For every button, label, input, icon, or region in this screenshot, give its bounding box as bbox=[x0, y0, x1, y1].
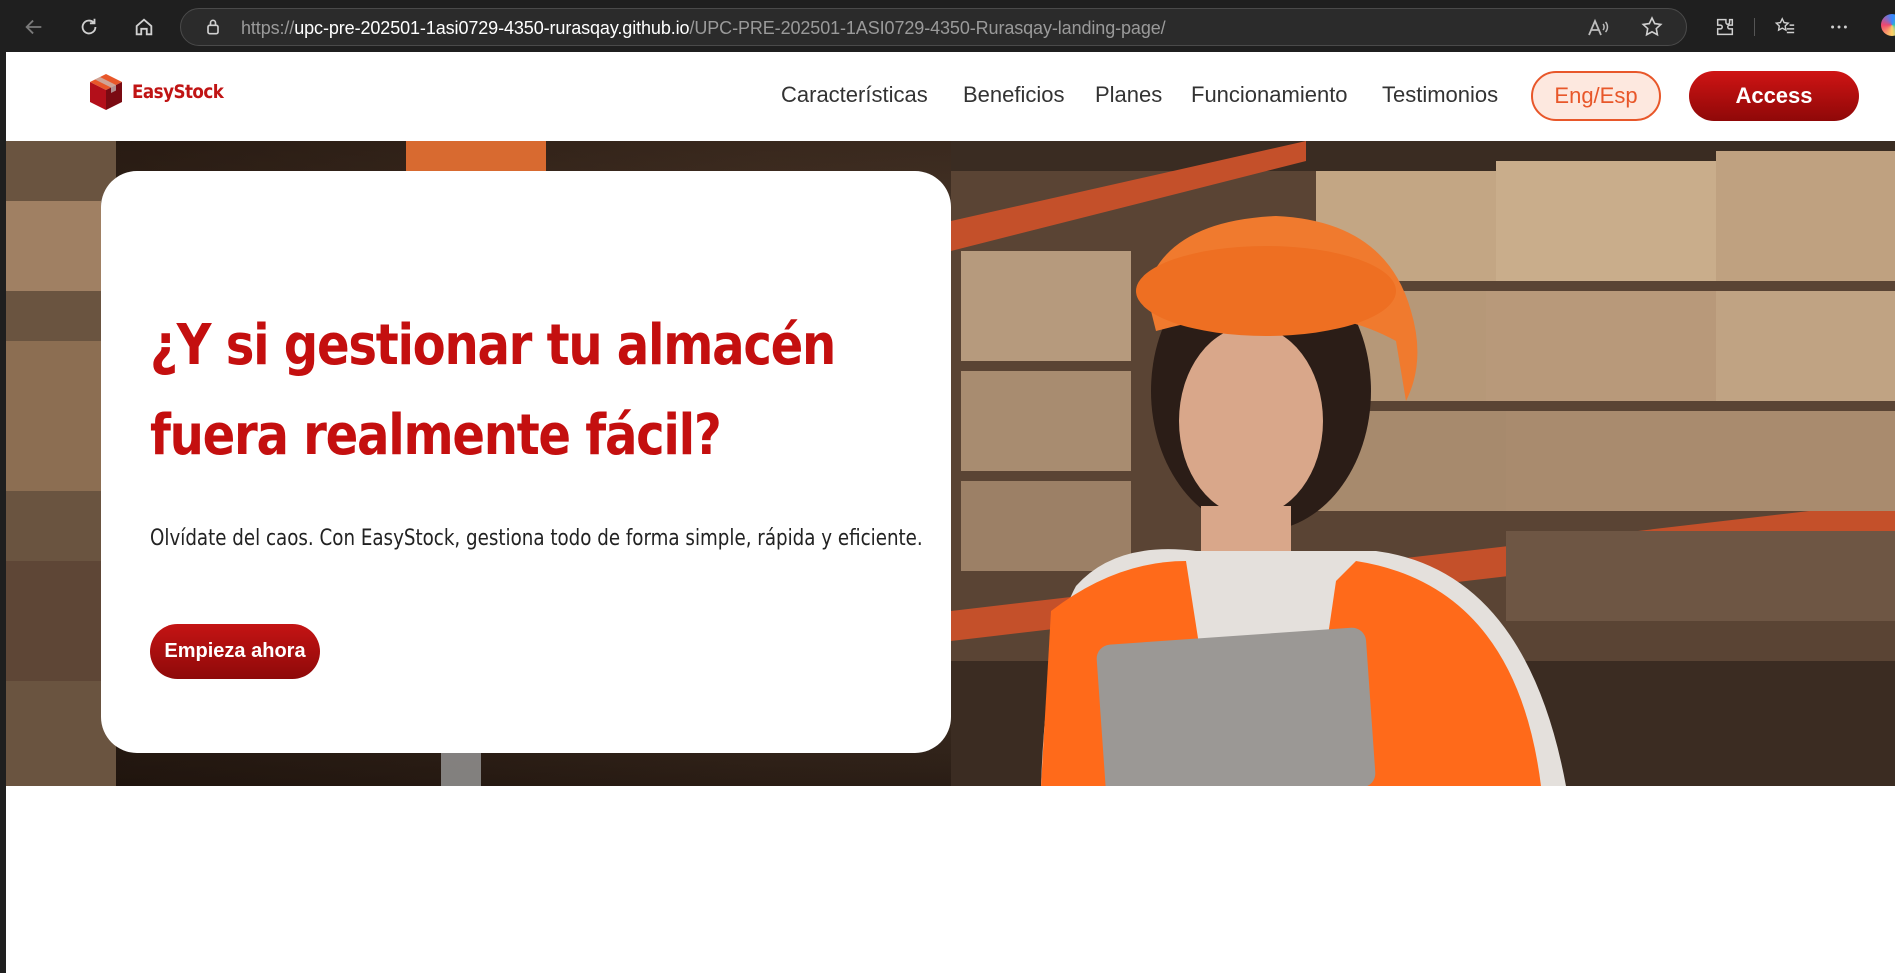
hero-headline: ¿Y si gestionar tu almacén fuera realmen… bbox=[150, 301, 836, 481]
reload-button[interactable] bbox=[72, 10, 106, 44]
start-now-button[interactable]: Empieza ahora bbox=[150, 624, 320, 679]
site-logo[interactable]: EasyStock bbox=[86, 70, 236, 114]
extensions-button[interactable] bbox=[1708, 10, 1742, 44]
url-text[interactable]: https://upc-pre-202501-1asi0729-4350-rur… bbox=[241, 18, 1166, 39]
hero-card: ¿Y si gestionar tu almacén fuera realmen… bbox=[101, 171, 951, 753]
read-aloud-icon[interactable] bbox=[1586, 16, 1610, 40]
copilot-icon[interactable] bbox=[1881, 14, 1895, 36]
logo-text: EasyStock bbox=[132, 81, 224, 103]
browser-toolbar: https://upc-pre-202501-1asi0729-4350-rur… bbox=[0, 0, 1895, 52]
language-toggle-button[interactable]: Eng/Esp bbox=[1531, 71, 1661, 121]
nav-link-planes[interactable]: Planes bbox=[1095, 82, 1162, 108]
headline-line-2: fuera realmente fácil? bbox=[150, 403, 722, 468]
back-arrow-icon bbox=[25, 19, 42, 35]
favorite-star-icon[interactable] bbox=[1640, 15, 1664, 39]
reload-icon bbox=[81, 18, 97, 35]
nav-link-testimonios[interactable]: Testimonios bbox=[1382, 82, 1498, 108]
home-button[interactable] bbox=[127, 10, 161, 44]
toolbar-divider bbox=[1754, 18, 1755, 36]
cube-logo-icon bbox=[90, 74, 122, 110]
lock-icon[interactable] bbox=[203, 17, 223, 37]
url-protocol: https:// bbox=[241, 18, 295, 38]
url-host: upc-pre-202501-1asi0729-4350-rurasqay.gi… bbox=[294, 18, 690, 38]
home-icon bbox=[135, 18, 153, 36]
nav-link-funcionamiento[interactable]: Funcionamiento bbox=[1191, 82, 1348, 108]
access-button[interactable]: Access bbox=[1689, 71, 1859, 121]
more-options-button[interactable] bbox=[1822, 10, 1856, 44]
headline-line-1: ¿Y si gestionar tu almacén bbox=[150, 313, 836, 378]
nav-link-caracteristicas[interactable]: Características bbox=[781, 82, 928, 108]
favorites-list-icon bbox=[1774, 17, 1795, 34]
site-navbar: EasyStock Características Beneficios Pla… bbox=[6, 52, 1895, 141]
ellipsis-icon bbox=[1831, 25, 1847, 29]
web-page: EasyStock Características Beneficios Pla… bbox=[6, 52, 1895, 973]
nav-link-beneficios[interactable]: Beneficios bbox=[963, 82, 1065, 108]
favorites-button[interactable] bbox=[1768, 10, 1802, 44]
back-button[interactable] bbox=[17, 10, 51, 44]
hero-subtext: Olvídate del caos. Con EasyStock, gestio… bbox=[150, 526, 923, 551]
hero-section: ¿Y si gestionar tu almacén fuera realmen… bbox=[6, 141, 1895, 786]
url-path: /UPC-PRE-202501-1ASI0729-4350-Rurasqay-l… bbox=[689, 18, 1166, 38]
address-bar[interactable]: https://upc-pre-202501-1asi0729-4350-rur… bbox=[180, 8, 1687, 46]
puzzle-icon bbox=[1716, 18, 1734, 36]
